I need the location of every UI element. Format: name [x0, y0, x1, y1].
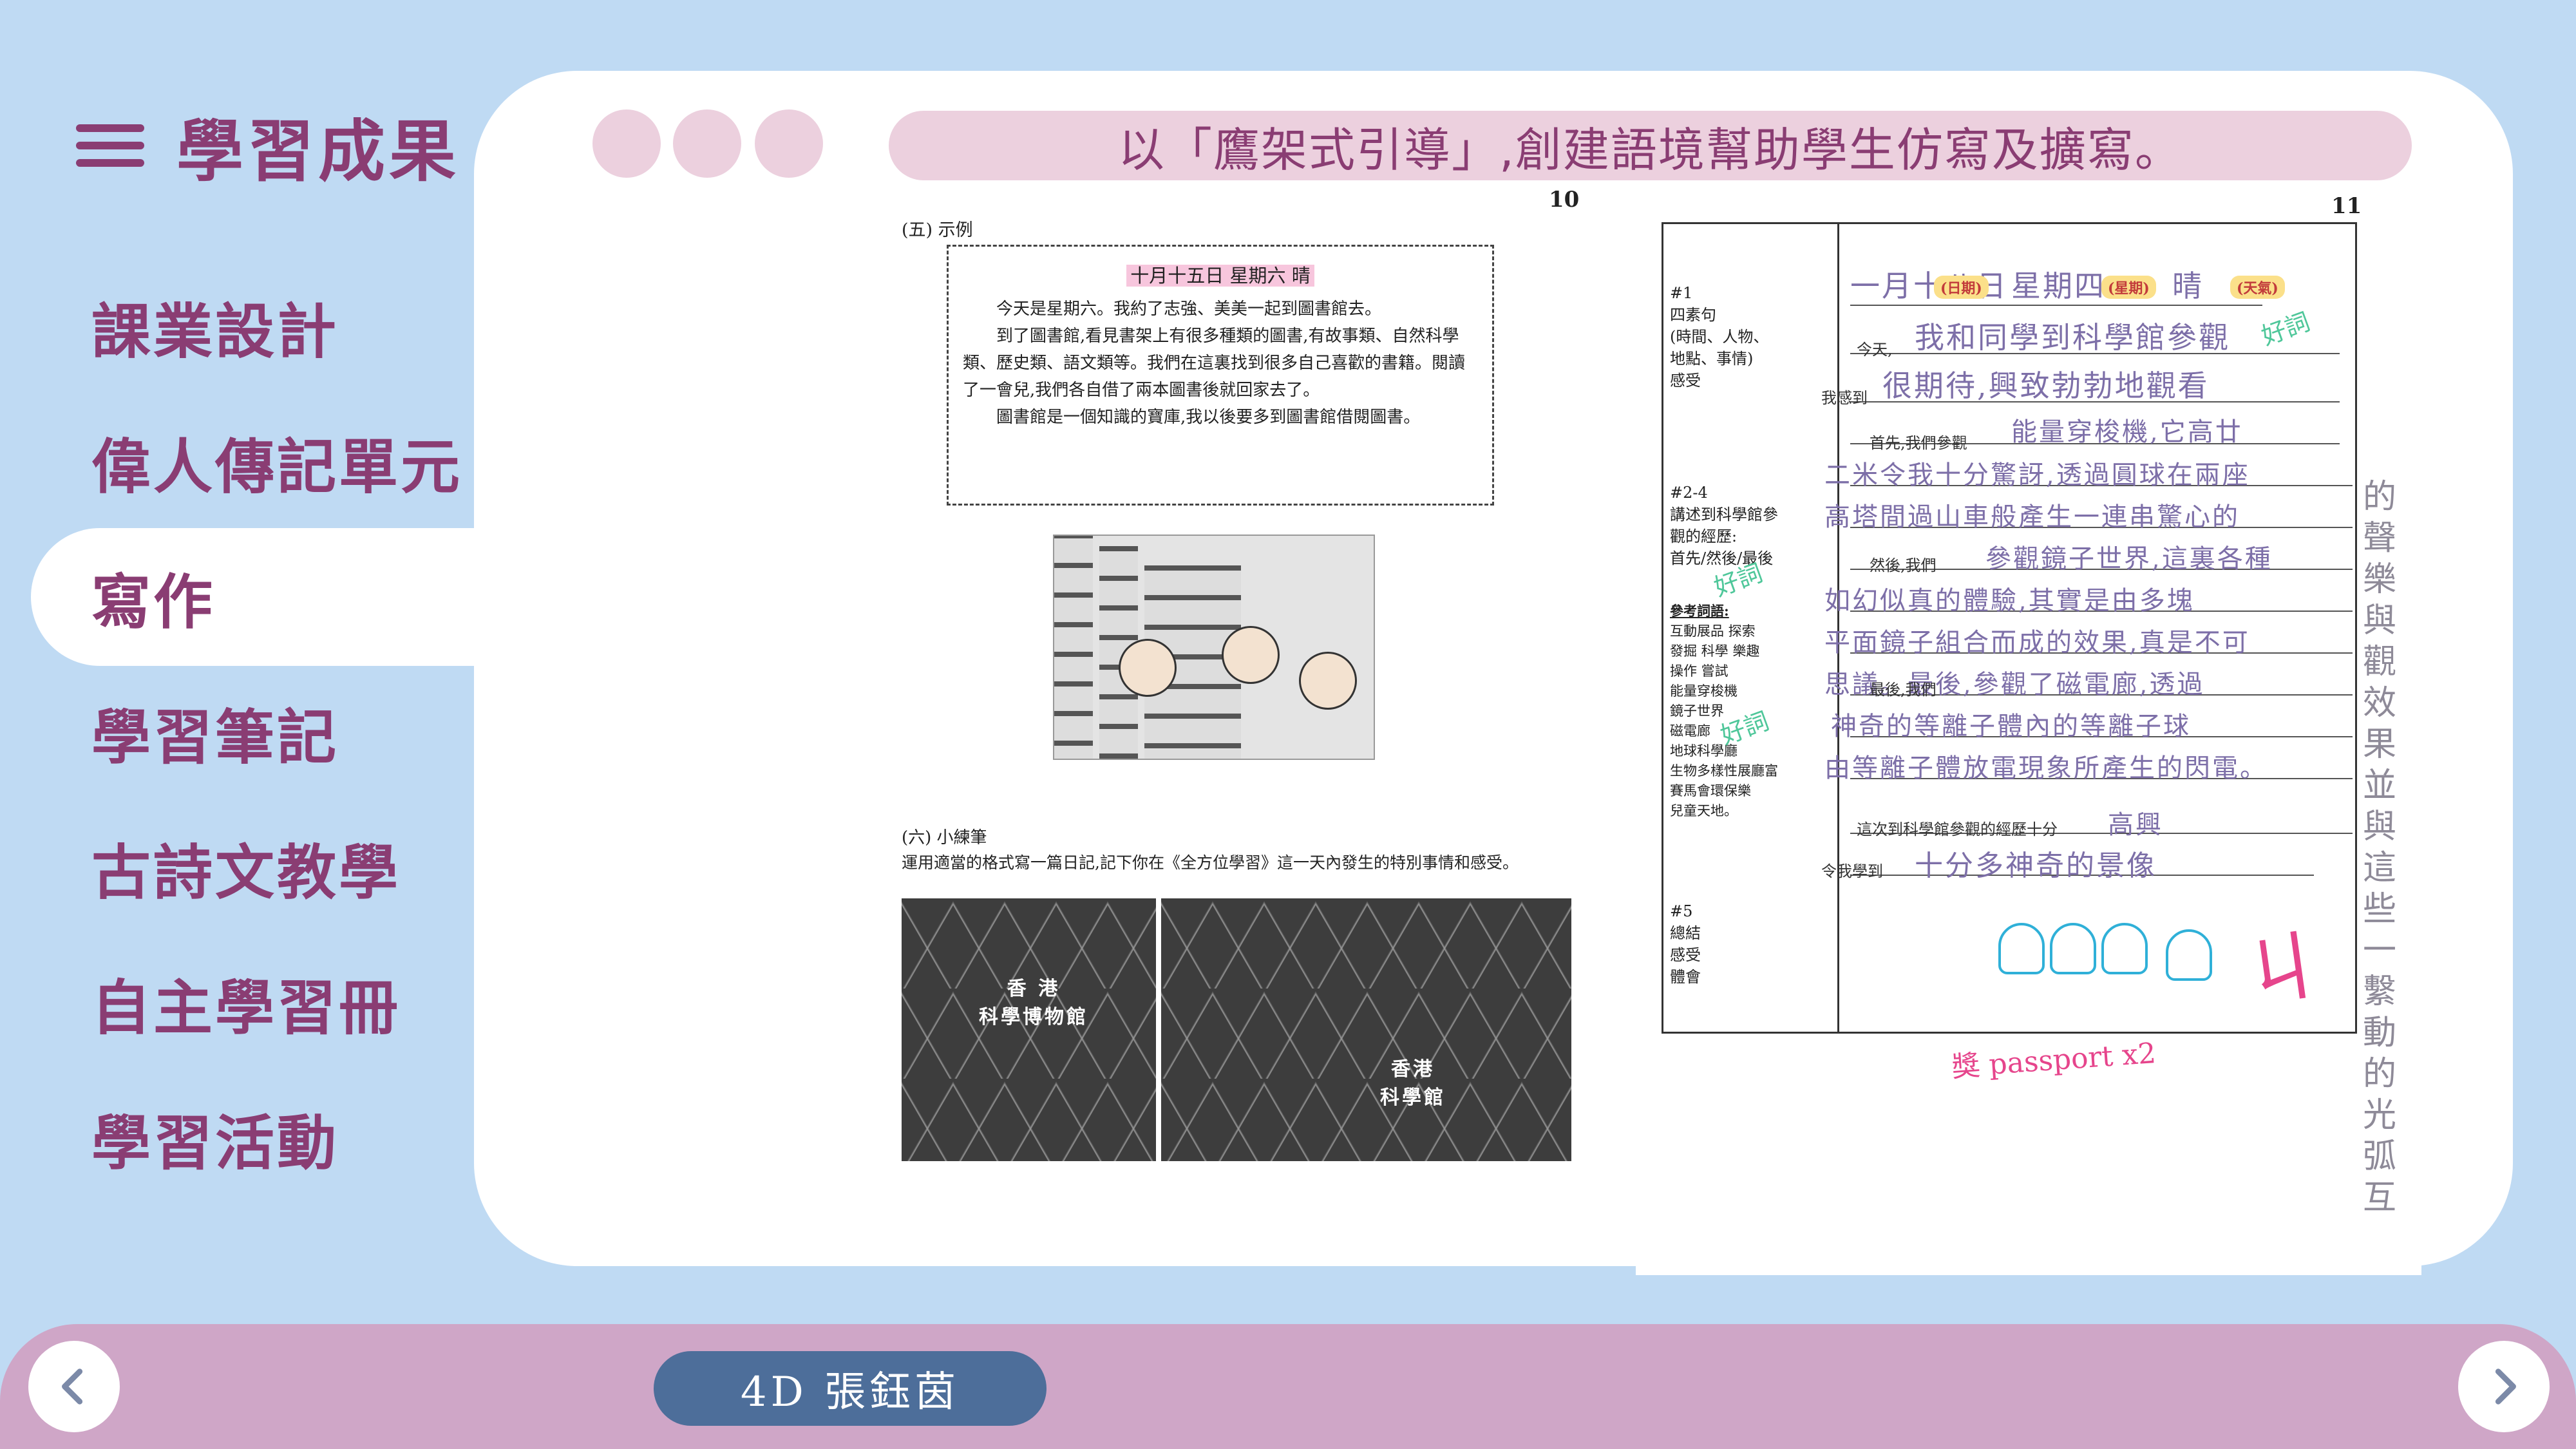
worksheet-page-right: 11 #1 四素句 (時間、人物、 地點、事情) 感受 #2-4 講述到科學館參…	[1636, 180, 2421, 1275]
guide-step-2-4: #2-4 講述到科學館參 觀的經歷: 首先/然後/最後	[1670, 484, 1778, 567]
sidebar-item-study-notes[interactable]: 學習筆記	[31, 663, 495, 801]
handwriting-weather: 晴	[2172, 269, 2204, 303]
sidebar-item-self-learning-book[interactable]: 自主學習冊	[31, 934, 495, 1072]
sticker-stamp-icon	[2101, 923, 2148, 974]
margin-note: 的聲樂與觀效果並與這些一繫動的光弧互	[2362, 478, 2396, 1217]
museum-photo: 香 港 科學博物館	[902, 898, 1156, 1161]
decorative-dot	[673, 109, 741, 178]
sample-paragraph: 圖書館是一個知識的寶庫,我以後要多到圖書館借閱圖書。	[996, 408, 1421, 427]
exercise-instruction: 運用適當的格式寫一篇日記,記下你在《全方位學習》這一天內發生的特別事情和感受。	[902, 853, 1519, 872]
student-name-badge: 4D 張鈺茵	[654, 1351, 1046, 1426]
sidebar-item-course-design[interactable]: 課業設計	[31, 258, 495, 395]
guide-step-1: #1 四素句 (時間、人物、 地點、事情) 感受	[1670, 284, 1769, 390]
writing-frame: #1 四素句 (時間、人物、 地點、事情) 感受 #2-4 講述到科學館參 觀的…	[1662, 222, 2357, 1034]
handwriting-line: 參觀鏡子世界,這裏各種	[1985, 544, 2273, 574]
sidebar-item-biography-unit[interactable]: 偉人傳記單元	[31, 393, 495, 531]
teacher-mark-icon: ㄐ	[2238, 920, 2327, 1020]
sticker-stamp-icon	[1998, 923, 2045, 974]
tag-weekday: (星期)	[2101, 276, 2156, 299]
tag-date: (日期)	[1934, 276, 1989, 299]
sidebar-item-classical-poetry[interactable]: 古詩文教學	[31, 799, 495, 936]
tag-weather: (天氣)	[2230, 276, 2285, 299]
handwriting-line: 能量穿梭機,它高廿	[2011, 417, 2243, 447]
previous-button[interactable]	[28, 1341, 120, 1432]
handwriting-line: 如幻似真的體驗,其實是由多塊	[1824, 586, 2195, 616]
sample-date: 十月十五日 星期六 晴	[963, 261, 1478, 288]
sticker-stamp-icon	[2050, 923, 2096, 974]
worksheet-page-left: 10 (五) 示例 十月十五日 星期六 晴 今天是星期六。我約了志強、美美一起到…	[882, 180, 1584, 1198]
chevron-left-icon	[62, 1368, 83, 1405]
section-label: (五) 示例	[902, 220, 973, 240]
handwriting-line: 神奇的等離子體內的等離子球	[1831, 712, 2191, 741]
handwriting-line: 十分多神奇的景像	[1915, 849, 2157, 882]
handwriting-weekday: 星期四	[2011, 269, 2106, 303]
next-button[interactable]	[2458, 1341, 2550, 1432]
handwriting-line: 平面鏡子組合而成的效果,真是不可	[1824, 628, 2250, 658]
handwriting-line: 高興	[2108, 810, 2163, 840]
sample-diary-box: 十月十五日 星期六 晴 今天是星期六。我約了志強、美美一起到圖書館去。 到了圖書…	[947, 245, 1494, 506]
decorative-dot	[755, 109, 823, 178]
sample-paragraph: 今天是星期六。我約了志強、美美一起到圖書館去。	[996, 299, 1382, 319]
sidebar-header: 學習成果	[76, 97, 460, 194]
science-museum-photo: 香港 科學館	[1161, 898, 1571, 1161]
library-illustration	[1053, 535, 1375, 760]
menu-icon[interactable]	[76, 124, 144, 167]
handwriting-line: 我和同學到科學館參觀	[1915, 320, 2230, 355]
section-label: (六) 小練筆	[902, 828, 987, 848]
bottom-bar	[0, 1324, 2576, 1449]
reward-note: 獎 passport x2	[1950, 1036, 2157, 1084]
sample-paragraph: 到了圖書館,看見書架上有很多種類的圖書,有故事類、自然科學類、歷史類、語文類等。…	[963, 327, 1466, 400]
page-number: 11	[2331, 193, 2362, 219]
handwriting-line: 很期待,興致勃勃地觀看	[1882, 368, 2210, 403]
sidebar-item-writing[interactable]: 寫作	[31, 528, 495, 666]
page-number: 10	[1549, 187, 1580, 213]
decorative-dot	[592, 109, 661, 178]
guide-step-5: #5 總結 感受 體會	[1670, 902, 1701, 986]
chevron-right-icon	[2495, 1368, 2516, 1405]
caption-banner: 以「鷹架式引導」,創建語境幫助學生仿寫及擴寫。	[889, 111, 2412, 180]
sticker-stamp-icon	[2166, 929, 2212, 981]
sidebar-item-learning-activities[interactable]: 學習活動	[31, 1069, 495, 1207]
sidebar-title: 學習成果	[176, 112, 460, 191]
handwriting-line: 高塔間過山車般產生一連串驚心的	[1824, 502, 2240, 532]
handwriting-line: 由等離子體放電現象所產生的閃電。	[1824, 753, 2268, 783]
handwriting-line: 二米令我十分驚訝,透過圓球在兩座	[1824, 460, 2250, 490]
